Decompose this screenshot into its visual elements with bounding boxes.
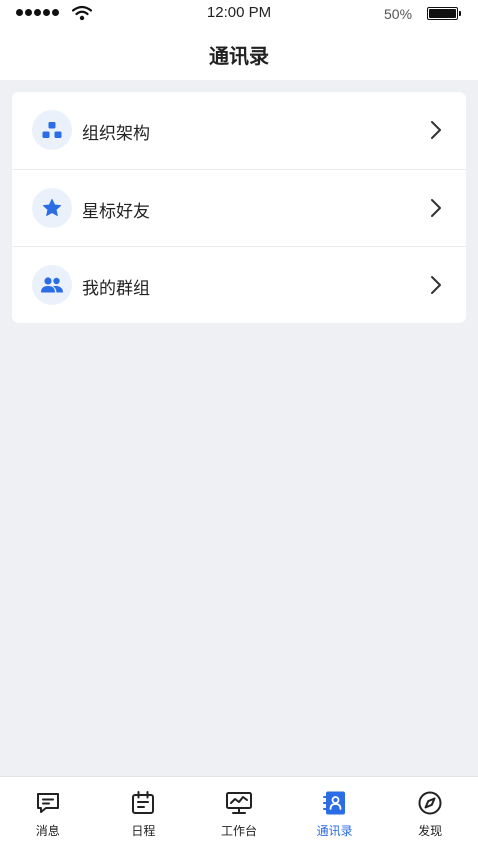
group-icon: [32, 265, 72, 305]
calendar-icon: [129, 789, 157, 817]
tab-messages[interactable]: 消息: [0, 777, 96, 850]
tab-contacts[interactable]: 通讯录: [287, 777, 383, 850]
chevron-right-icon: [430, 120, 442, 144]
tab-workbench[interactable]: 工作台: [191, 777, 287, 850]
tab-schedule[interactable]: 日程: [96, 777, 192, 850]
org-chart-icon: [32, 110, 72, 150]
tab-label: 通讯录: [316, 824, 353, 838]
tab-discover[interactable]: 发现: [382, 777, 478, 850]
message-icon: [34, 789, 62, 817]
workbench-icon: [225, 789, 253, 817]
tab-label: 发现: [418, 824, 443, 838]
tab-label: 消息: [35, 824, 60, 838]
page-title: 通讯录: [209, 44, 269, 68]
battery-percentage: 50%: [384, 6, 413, 22]
contacts-menu-card: 组织架构 星标好友 我的群组: [12, 92, 466, 323]
star-icon: [32, 188, 72, 228]
bottom-tab-bar: 消息 日程 工作台 通讯录 发现: [0, 776, 478, 850]
battery-level: [429, 9, 456, 18]
compass-icon: [416, 789, 444, 817]
contacts-book-icon: [321, 789, 349, 817]
menu-item-my-groups[interactable]: 我的群组: [12, 246, 466, 323]
battery-icon: [427, 7, 461, 20]
tab-label: 工作台: [220, 824, 257, 838]
menu-item-label: 星标好友: [82, 202, 150, 222]
chevron-right-icon: [430, 198, 442, 222]
navigation-bar: 通讯录: [0, 28, 478, 80]
menu-item-label: 我的群组: [82, 279, 150, 299]
tab-label: 日程: [131, 824, 156, 838]
status-bar: 12:00 PM 50%: [0, 0, 478, 28]
menu-item-label: 组织架构: [82, 124, 150, 144]
chevron-right-icon: [430, 275, 442, 299]
menu-item-organization[interactable]: 组织架构: [12, 92, 466, 169]
menu-item-starred-friends[interactable]: 星标好友: [12, 169, 466, 246]
